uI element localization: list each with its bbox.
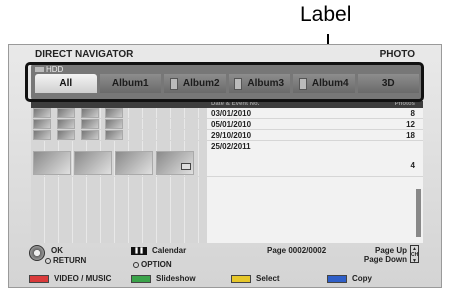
dpad-icon[interactable] xyxy=(29,245,45,261)
option-label: OPTION xyxy=(141,260,172,269)
list-item[interactable]: 05/01/2010 12 xyxy=(31,119,423,130)
photo-thumbnail xyxy=(81,119,99,129)
screen-title: DIRECT NAVIGATOR xyxy=(35,49,134,60)
photo-count: 8 xyxy=(410,109,415,118)
return-circle-icon xyxy=(45,257,51,264)
slideshow-button[interactable]: Slideshow xyxy=(131,274,196,283)
photo-thumbnail xyxy=(81,130,99,140)
event-date: 03/01/2010 xyxy=(211,109,252,118)
color-button-label: VIDEO / MUSIC xyxy=(54,274,112,283)
photo-count: 12 xyxy=(406,120,415,129)
count-column-header: Photos xyxy=(394,101,415,107)
photo-event-list: Date & Event No. Photos 03/01/2010 8 05/0… xyxy=(31,101,423,243)
ch-label: CH xyxy=(411,252,419,258)
calendar-button[interactable]: ❚❚ Calendar xyxy=(131,246,186,255)
yellow-button-icon xyxy=(231,274,251,283)
green-button-icon xyxy=(131,274,151,283)
photo-thumbnail xyxy=(115,151,153,175)
thumbnail-strip xyxy=(33,130,123,140)
color-button-label: Select xyxy=(256,274,280,283)
photo-thumbnail xyxy=(33,130,51,140)
ok-hint: OK xyxy=(51,246,63,255)
color-button-label: Slideshow xyxy=(156,274,196,283)
photo-thumbnail xyxy=(105,108,123,118)
return-hint[interactable]: RETURN xyxy=(45,256,86,265)
page-navigation[interactable]: Page Up Page Down xyxy=(364,246,407,264)
red-button-icon xyxy=(29,274,49,283)
mode-label: PHOTO xyxy=(379,49,415,60)
photo-thumbnail xyxy=(105,119,123,129)
photo-count: 4 xyxy=(410,161,415,170)
event-date: 25/02/2011 xyxy=(211,142,251,151)
return-label: RETURN xyxy=(53,256,87,265)
channel-rocker-icon: ▲ CH ▼ xyxy=(410,245,419,264)
label-highlight-box xyxy=(25,62,424,102)
label-callout: Label xyxy=(300,3,352,26)
photo-thumbnail xyxy=(57,119,75,129)
list-header: Date & Event No. Photos xyxy=(31,101,423,108)
select-button[interactable]: Select xyxy=(231,274,280,283)
option-button[interactable]: OPTION xyxy=(133,260,172,269)
photo-thumbnail xyxy=(57,130,75,140)
page-indicator: Page 0002/0002 xyxy=(267,246,327,255)
photo-count: 18 xyxy=(406,131,415,140)
photo-thumbnail xyxy=(33,108,51,118)
event-date: 05/01/2010 xyxy=(211,120,252,129)
photo-thumbnail xyxy=(105,130,123,140)
list-item[interactable]: 03/01/2010 8 xyxy=(31,108,423,119)
thumbnail-strip xyxy=(33,119,123,129)
picture-icon xyxy=(181,163,191,170)
list-item[interactable]: 29/10/2010 18 xyxy=(31,130,423,141)
page-up-label: Page Up xyxy=(374,246,407,255)
photo-thumbnail xyxy=(74,151,112,175)
thumbnail-strip xyxy=(33,151,194,175)
copy-button[interactable]: Copy xyxy=(327,274,372,283)
photo-thumbnail xyxy=(33,151,71,175)
list-item-selected[interactable]: 25/02/2011 4 xyxy=(31,141,423,177)
color-button-bar: VIDEO / MUSIC Slideshow Select Copy xyxy=(9,274,443,286)
photo-thumbnail xyxy=(33,119,51,129)
option-circle-icon xyxy=(133,261,139,268)
scrollbar[interactable] xyxy=(416,189,421,237)
photo-thumbnail xyxy=(57,108,75,118)
video-music-button[interactable]: VIDEO / MUSIC xyxy=(29,274,111,283)
pause-icon: ❚❚ xyxy=(131,246,147,255)
event-date: 29/10/2010 xyxy=(211,131,252,140)
calendar-label: Calendar xyxy=(152,246,187,255)
page-down-label: Page Down xyxy=(363,255,407,264)
blue-button-icon xyxy=(327,274,347,283)
thumbnail-strip xyxy=(33,108,123,118)
photo-thumbnail xyxy=(81,108,99,118)
color-button-label: Copy xyxy=(352,274,372,283)
